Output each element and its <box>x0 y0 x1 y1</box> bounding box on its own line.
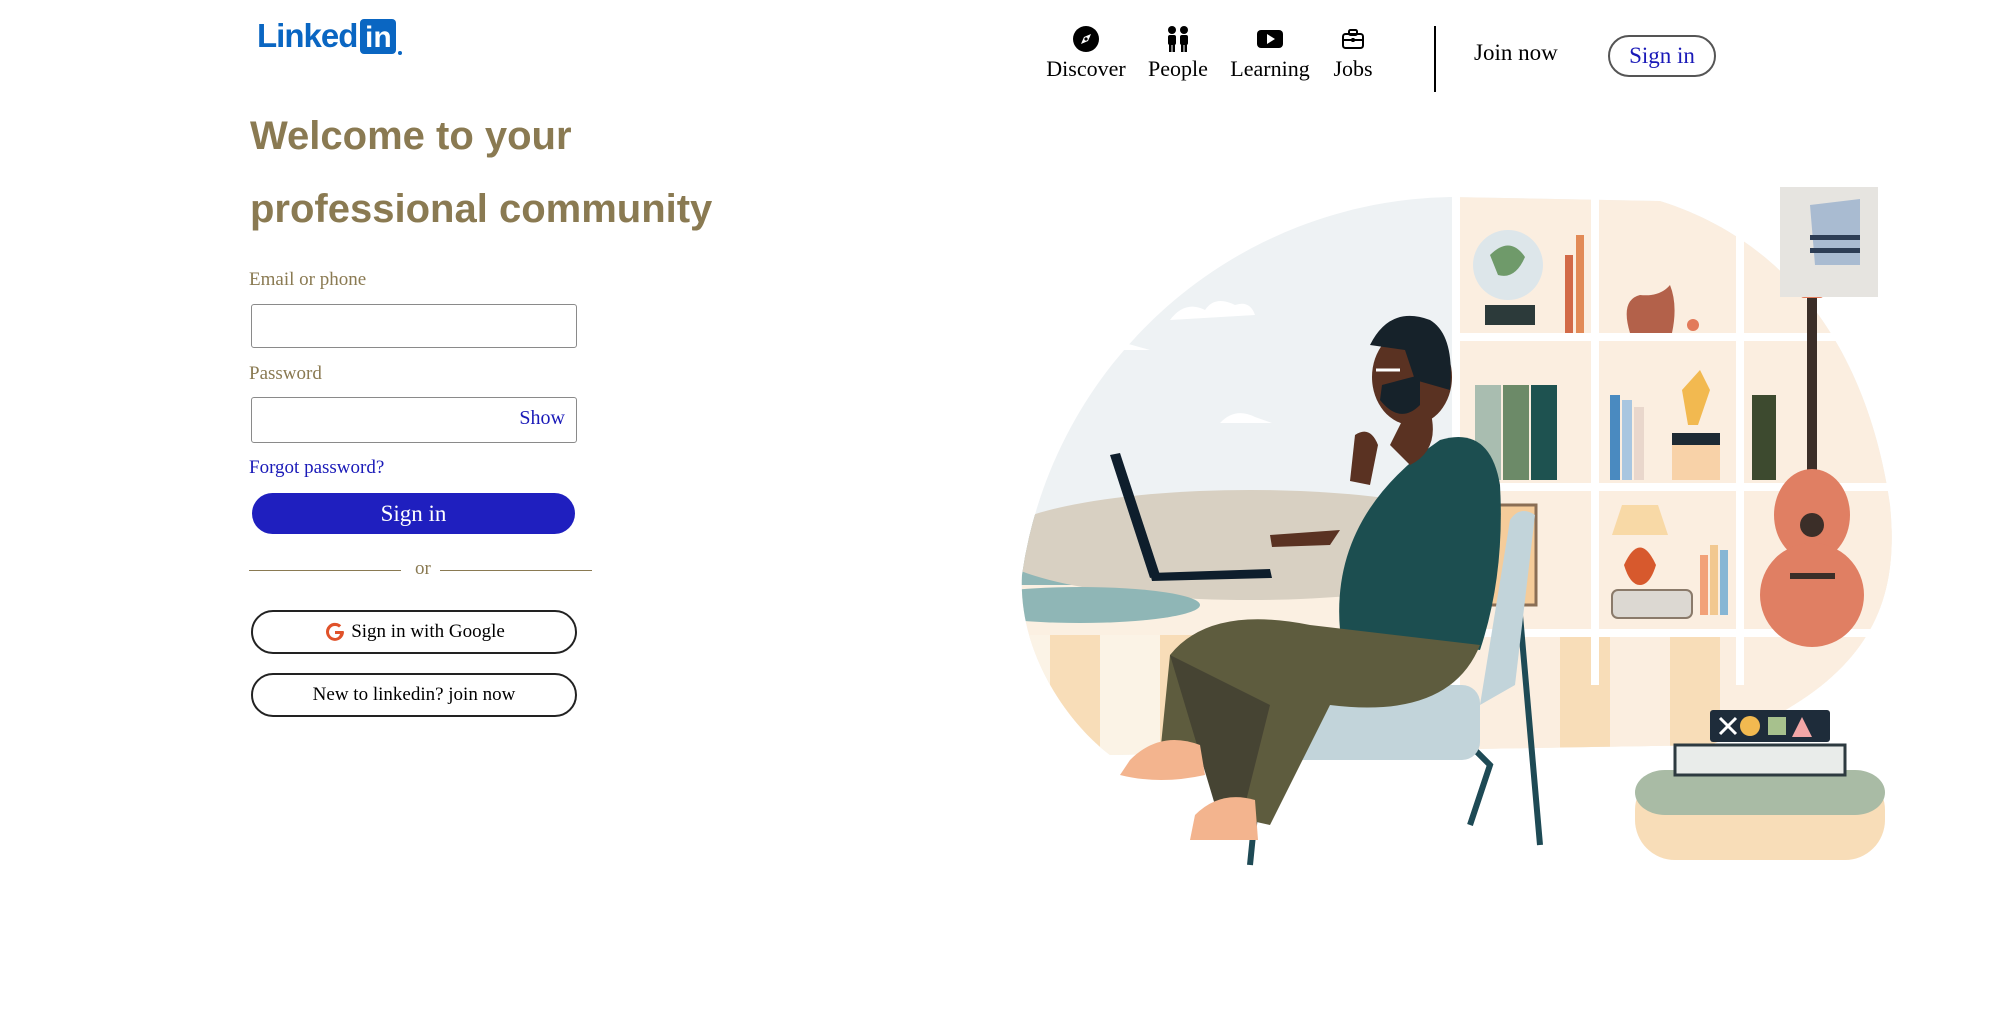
compass-icon <box>1072 24 1100 54</box>
google-icon <box>323 620 347 644</box>
join-now-button[interactable]: New to linkedin? join now <box>251 673 577 717</box>
logo-wordmark: Linked <box>257 17 358 54</box>
header-sign-in-button[interactable]: Sign in <box>1608 35 1716 77</box>
nav-divider <box>1434 26 1436 92</box>
password-label: Password <box>249 363 322 384</box>
headline-line-2: professional community <box>250 187 713 231</box>
nav-people-label: People <box>1148 56 1208 81</box>
hero-illustration <box>1021 187 1892 866</box>
or-divider-left <box>249 570 401 571</box>
join-now-link[interactable]: Join now <box>1474 40 1558 66</box>
password-wrapper: Show <box>251 397 577 443</box>
briefcase-icon <box>1341 24 1365 54</box>
headline-line-1: Welcome to your <box>250 114 572 158</box>
nav-discover-label: Discover <box>1046 56 1126 81</box>
logo-registered-mark <box>398 51 403 55</box>
forgot-password-link[interactable]: Forgot password? <box>249 457 384 479</box>
sign-in-with-google-button[interactable]: Sign in with Google <box>251 610 577 654</box>
google-button-label: Sign in with Google <box>351 621 505 642</box>
nav-learning-label: Learning <box>1230 56 1310 81</box>
or-divider-text: or <box>415 558 431 579</box>
show-password-toggle[interactable]: Show <box>519 407 565 430</box>
shoe <box>1190 797 1258 840</box>
nav-learning[interactable]: Learning <box>1220 24 1320 82</box>
logo-in-box: in <box>360 18 397 54</box>
nav-jobs-label: Jobs <box>1333 56 1373 81</box>
nav-people[interactable]: People <box>1140 24 1216 82</box>
page-title: Welcome to your professional community <box>250 100 810 246</box>
sign-in-button[interactable]: Sign in <box>252 493 575 534</box>
nav-jobs[interactable]: Jobs <box>1322 24 1384 82</box>
play-icon <box>1256 24 1284 54</box>
linkedin-logo[interactable]: Linked in <box>257 16 403 56</box>
email-label: Email or phone <box>249 269 367 290</box>
or-divider-right <box>440 570 592 571</box>
nav-discover[interactable]: Discover <box>1030 24 1142 82</box>
people-icon <box>1163 24 1193 54</box>
email-field[interactable] <box>251 304 577 348</box>
